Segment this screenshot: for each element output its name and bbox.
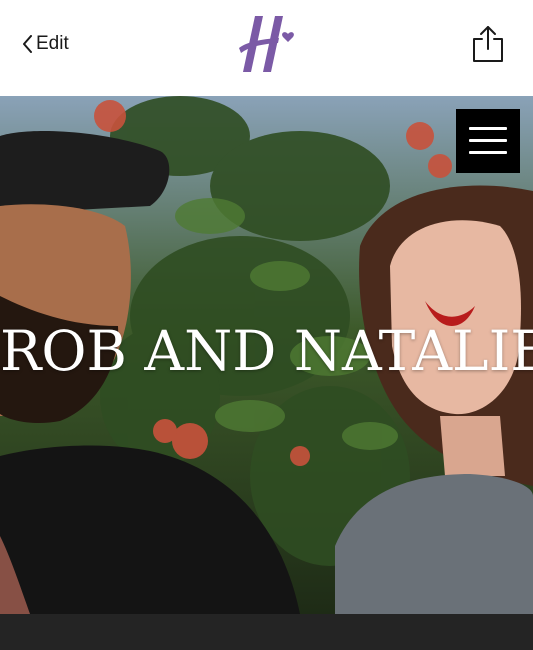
hero-title: ROB AND NATALIE <box>0 319 533 383</box>
hamburger-menu-button[interactable] <box>456 109 520 173</box>
hamburger-icon-line-bottom <box>469 151 507 154</box>
footer-bar <box>0 614 533 650</box>
share-icon[interactable] <box>468 24 508 64</box>
chevron-left-icon <box>23 35 32 53</box>
top-navigation-bar: Edit <box>0 0 533 96</box>
hamburger-icon-line-middle <box>469 139 507 142</box>
h-heart-logo <box>239 16 294 72</box>
hamburger-icon-line-top <box>469 127 507 130</box>
back-label: Edit <box>36 33 69 54</box>
back-edit-button[interactable]: Edit <box>22 32 69 56</box>
